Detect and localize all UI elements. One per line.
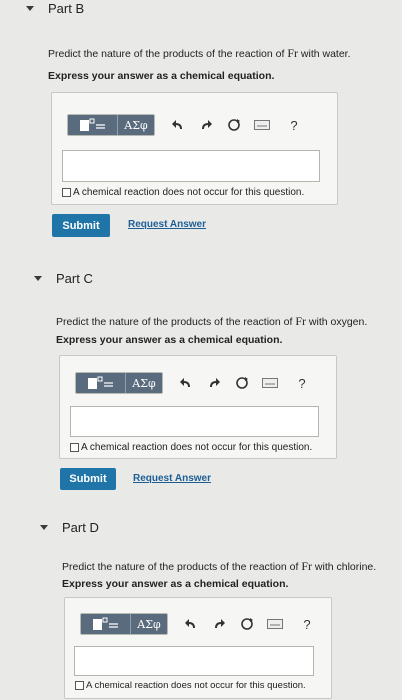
part-c-request-answer-link[interactable]: Request Answer	[133, 473, 211, 484]
greek-symbols-button[interactable]: ΑΣφ	[131, 614, 167, 634]
part-d-answer-editor: ΑΣφ ? A chemical reaction does not occur…	[64, 597, 332, 699]
no-reaction-option[interactable]: A chemical reaction does not occur for t…	[75, 680, 306, 691]
editor-toolbar: ΑΣφ ?	[75, 372, 311, 394]
reset-icon[interactable]	[225, 116, 243, 134]
part-b-request-answer-link[interactable]: Request Answer	[128, 219, 206, 230]
reset-icon[interactable]	[238, 615, 256, 633]
part-b-header[interactable]: Part B	[26, 1, 84, 16]
part-b-express: Express your answer as a chemical equati…	[48, 70, 275, 82]
part-b-answer-editor: ΑΣφ ? A chemical reaction does not occur…	[51, 92, 338, 205]
no-reaction-checkbox[interactable]	[75, 681, 84, 690]
part-d-prompt: Predict the nature of the products of th…	[62, 559, 377, 573]
undo-icon[interactable]	[182, 615, 200, 633]
editor-toolbar: ΑΣφ ?	[80, 613, 316, 635]
part-d-title: Part D	[62, 520, 99, 535]
redo-icon[interactable]	[205, 374, 223, 392]
answer-input[interactable]	[70, 406, 319, 437]
redo-icon[interactable]	[197, 116, 215, 134]
templates-icon	[79, 118, 105, 131]
templates-button[interactable]	[81, 614, 131, 634]
help-icon[interactable]: ?	[285, 116, 303, 134]
keyboard-icon[interactable]	[253, 116, 271, 134]
answer-input[interactable]	[74, 646, 314, 676]
no-reaction-option[interactable]: A chemical reaction does not occur for t…	[62, 187, 304, 198]
collapse-caret-icon[interactable]	[26, 6, 34, 11]
answer-input[interactable]	[62, 150, 320, 182]
collapse-caret-icon[interactable]	[40, 525, 48, 530]
part-c-prompt: Predict the nature of the products of th…	[56, 314, 368, 328]
part-c-submit-button[interactable]: Submit	[60, 468, 116, 490]
part-b-title: Part B	[48, 1, 85, 16]
element-symbol: Fr	[301, 559, 312, 573]
part-c-express: Express your answer as a chemical equati…	[56, 334, 283, 346]
templates-button[interactable]	[76, 373, 126, 393]
reset-icon[interactable]	[233, 374, 251, 392]
help-icon[interactable]: ?	[293, 374, 311, 392]
greek-symbols-button[interactable]: ΑΣφ	[118, 115, 154, 135]
no-reaction-checkbox[interactable]	[62, 188, 71, 197]
no-reaction-option[interactable]: A chemical reaction does not occur for t…	[70, 442, 312, 453]
element-symbol: Fr	[287, 46, 298, 60]
templates-icon	[92, 617, 118, 630]
editor-toolbar: ΑΣφ ?	[67, 114, 303, 136]
keyboard-icon[interactable]	[266, 615, 284, 633]
element-symbol: Fr	[295, 314, 306, 328]
part-c-title: Part C	[56, 271, 93, 286]
redo-icon[interactable]	[210, 615, 228, 633]
collapse-caret-icon[interactable]	[34, 276, 42, 281]
part-c-answer-editor: ΑΣφ ? A chemical reaction does not occur…	[59, 355, 337, 459]
no-reaction-checkbox[interactable]	[70, 443, 79, 452]
part-b-submit-button[interactable]: Submit	[52, 214, 110, 237]
templates-button[interactable]	[68, 115, 118, 135]
part-b-prompt: Predict the nature of the products of th…	[48, 46, 351, 60]
part-c-header[interactable]: Part C	[34, 271, 93, 286]
templates-icon	[87, 376, 113, 389]
greek-symbols-button[interactable]: ΑΣφ	[126, 373, 162, 393]
undo-icon[interactable]	[169, 116, 187, 134]
undo-icon[interactable]	[177, 374, 195, 392]
keyboard-icon[interactable]	[261, 374, 279, 392]
part-d-express: Express your answer as a chemical equati…	[62, 578, 289, 590]
help-icon[interactable]: ?	[298, 615, 316, 633]
part-d-header[interactable]: Part D	[40, 520, 99, 535]
